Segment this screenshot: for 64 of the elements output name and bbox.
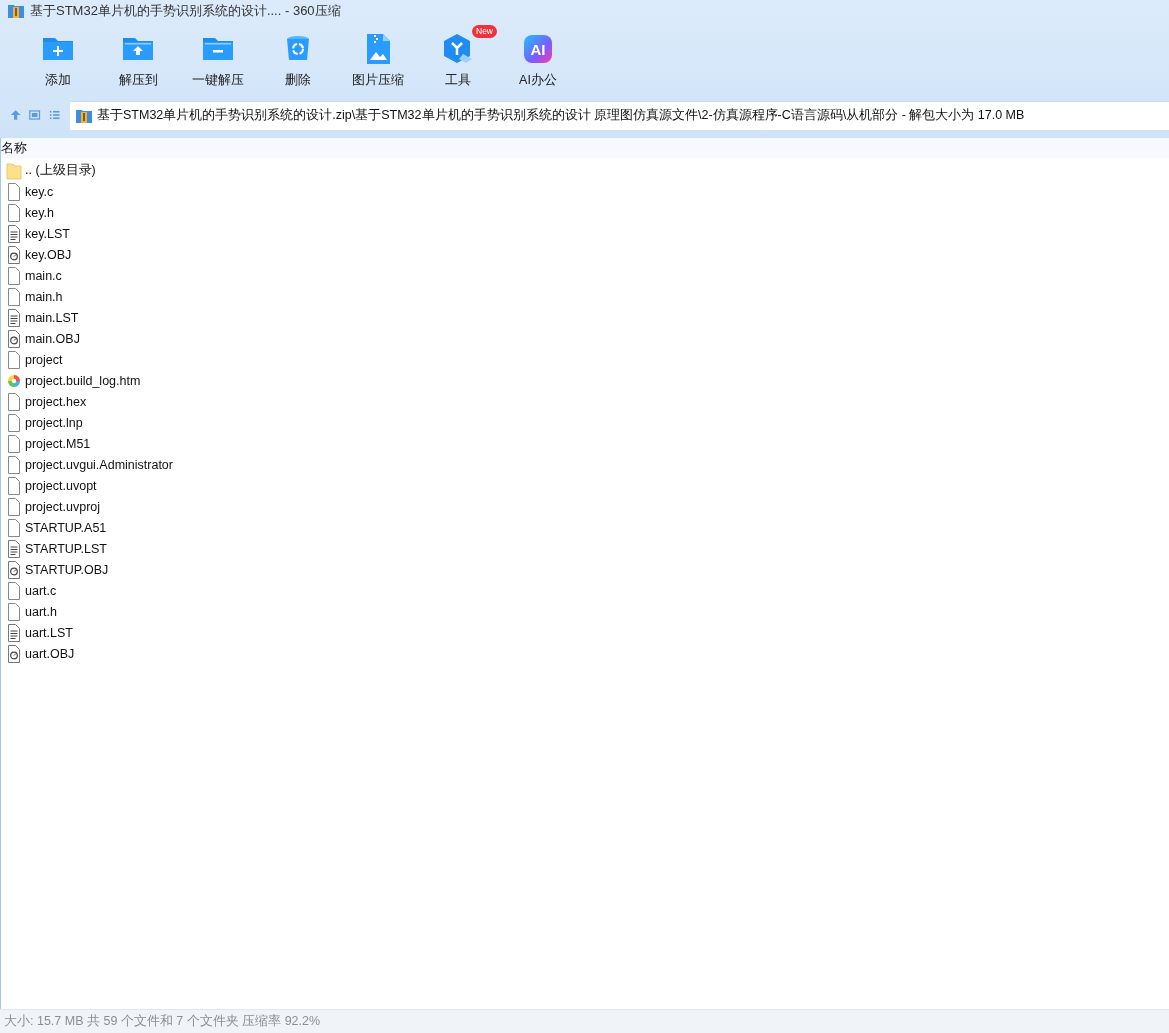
file-icon [6, 182, 22, 201]
file-icon [6, 518, 22, 537]
text-file-icon [6, 308, 22, 327]
toolbar-button[interactable]: 工具 New [418, 22, 498, 98]
folder-icon [6, 161, 22, 180]
window-title: 基于STM32单片机的手势识别系统的设计.... - 360压缩 [30, 2, 341, 20]
file-name[interactable]: uart.OBJ [25, 646, 75, 661]
file-name[interactable]: STARTUP.LST [25, 541, 107, 556]
file-name[interactable]: project.M51 [25, 436, 91, 451]
file-name[interactable]: main.OBJ [25, 331, 80, 346]
object-file-icon [6, 560, 22, 579]
file-name[interactable]: .. (上级目录) [25, 162, 96, 179]
file-name[interactable]: key.c [25, 184, 54, 199]
file-icon [6, 581, 22, 600]
toolbar-button[interactable]: 图片压缩 [338, 22, 418, 98]
file-name[interactable]: project.lnp [25, 415, 83, 430]
file-name[interactable]: key.h [25, 205, 54, 220]
file-name[interactable]: STARTUP.OBJ [25, 562, 109, 577]
toolbar-button[interactable]: AI AI办公 [498, 22, 578, 98]
file-name[interactable]: key.LST [25, 226, 70, 241]
file-name[interactable]: uart.h [25, 604, 57, 619]
toolbar-button[interactable]: 解压到 [98, 22, 178, 98]
file-name[interactable]: main.c [25, 268, 62, 283]
file-icon [6, 392, 22, 411]
new-badge: New [472, 25, 497, 38]
file-icon [6, 350, 22, 369]
up-arrow-icon [10, 108, 22, 122]
text-file-icon [6, 224, 22, 243]
file-name[interactable]: uart.LST [25, 625, 73, 640]
toolbar-button[interactable]: 一键解压 [178, 22, 258, 98]
file-icon [6, 413, 22, 432]
file-icon [6, 434, 22, 453]
file-name[interactable]: project [25, 352, 63, 367]
file-name[interactable]: main.LST [25, 310, 79, 325]
file-name[interactable]: main.h [25, 289, 63, 304]
file-name[interactable]: project.uvgui.Administrator [25, 457, 173, 472]
file-icon [6, 476, 22, 495]
archive-icon [7, 2, 25, 20]
text-file-icon [6, 539, 22, 558]
object-file-icon [6, 329, 22, 348]
file-name[interactable]: project.uvopt [25, 478, 97, 493]
toolbar-button[interactable]: 删除 [258, 22, 338, 98]
file-icon [6, 266, 22, 285]
file-name[interactable]: project.hex [25, 394, 87, 409]
file-name[interactable]: project.build_log.htm [25, 373, 141, 388]
object-file-icon [6, 644, 22, 663]
list-view-icon [48, 108, 60, 122]
file-name[interactable]: key.OBJ [25, 247, 72, 262]
file-icon [6, 497, 22, 516]
file-icon [6, 203, 22, 222]
status-text: 大小: 15.7 MB 共 59 个文件和 7 个文件夹 压缩率 92.2% [4, 1013, 321, 1030]
address-field[interactable]: 基于STM32单片机的手势识别系统的设计.zip\基于STM32单片机的手势识别系统的设计 原理图仿真源文件\2-仿真源程序-C语言源码\从机部分 - 解包大小为 17.0 MB [70, 100, 1169, 130]
file-icon [6, 602, 22, 621]
file-name[interactable]: project.uvproj [25, 499, 101, 514]
file-name[interactable]: uart.c [25, 583, 57, 598]
text-file-icon [6, 623, 22, 642]
file-name[interactable]: STARTUP.A51 [25, 520, 107, 535]
column-header[interactable]: 名称 [1, 139, 27, 157]
toolbar-button[interactable]: 添加 [18, 22, 98, 98]
file-icon [6, 455, 22, 474]
object-file-icon [6, 245, 22, 264]
thumbnail-view-icon [29, 108, 41, 122]
ai-logo: AI [524, 35, 552, 63]
file-icon [6, 287, 22, 306]
